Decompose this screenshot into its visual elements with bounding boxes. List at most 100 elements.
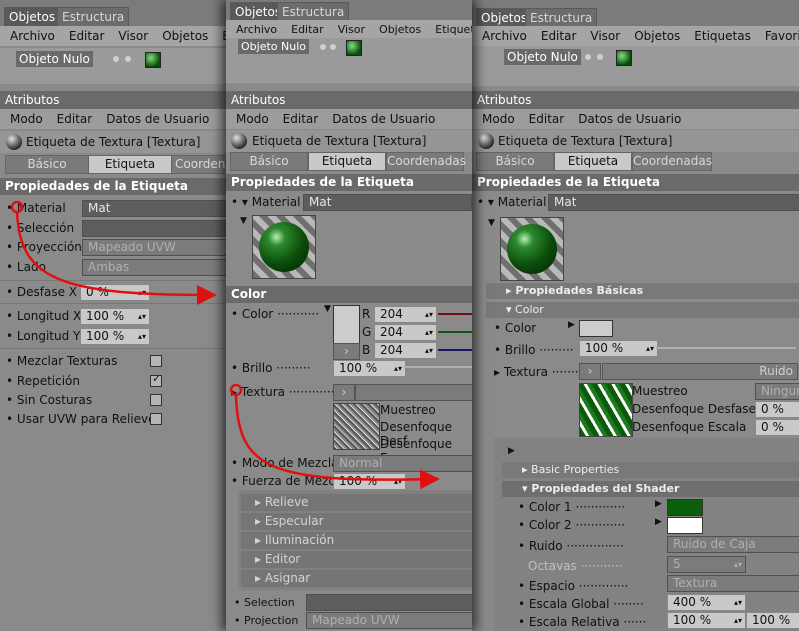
dropdown-arrow-icon[interactable]: ▼ <box>324 304 331 314</box>
tab-tag[interactable]: Etiqueta <box>554 152 632 171</box>
menu-objects[interactable]: Objetos <box>634 26 680 46</box>
tab-structure[interactable]: Estructura <box>57 7 130 26</box>
menu-view[interactable]: Visor <box>338 20 365 40</box>
spinner-icon[interactable]: ▴▾ <box>138 285 146 300</box>
color-swatch[interactable] <box>579 320 613 337</box>
r-slider[interactable] <box>438 313 472 315</box>
uvw-bump-checkbox[interactable] <box>150 413 162 425</box>
menu-edit[interactable]: Editar <box>57 109 93 129</box>
texture-preview[interactable] <box>579 383 633 437</box>
tab-basic[interactable]: Básico <box>476 152 554 171</box>
spinner-icon[interactable]: ▴▾ <box>394 361 402 376</box>
menu-edit[interactable]: Editar <box>541 26 577 46</box>
projection-dropdown[interactable]: Mapeado UVW <box>306 612 472 629</box>
tab-tag[interactable]: Etiqueta <box>88 155 172 174</box>
menu-file[interactable]: Archivo <box>10 26 55 46</box>
mix-textures-checkbox[interactable] <box>150 355 162 367</box>
relative-scale-y-field[interactable]: 100 % <box>746 612 799 629</box>
tab-structure[interactable]: Estructura <box>277 2 350 21</box>
object-nulo[interactable]: Objeto Nulo <box>238 39 309 54</box>
noise-dropdown[interactable]: Ruido de Caja <box>667 536 799 553</box>
blend-mode-dropdown[interactable]: Normal <box>333 455 472 472</box>
color2-swatch[interactable] <box>667 517 703 534</box>
tab-tag[interactable]: Etiqueta <box>308 152 386 171</box>
visibility-dot-render[interactable] <box>125 56 131 62</box>
section-basic-properties-en[interactable]: ▸ Basic Properties <box>502 462 799 478</box>
visibility-dot-render[interactable] <box>597 54 603 60</box>
texture-button[interactable]: R <box>355 384 472 401</box>
brightness-field[interactable]: 100 % ▴▾ <box>579 340 658 357</box>
r-field[interactable]: 204 ▴▾ <box>374 306 437 323</box>
material-preview[interactable] <box>500 217 564 281</box>
relative-scale-x-field[interactable]: 100 % ▴▾ <box>667 612 746 629</box>
tab-coordinates[interactable]: Coordenadas <box>632 152 712 171</box>
section-color[interactable]: ▾ Color <box>486 302 799 318</box>
spinner-icon[interactable]: ▴▾ <box>138 329 146 344</box>
g-field[interactable]: 204 ▴▾ <box>374 324 437 341</box>
channel-illumination[interactable]: ▸ Iluminación <box>241 532 472 549</box>
selection-field[interactable] <box>82 220 226 237</box>
visibility-dot-render[interactable] <box>330 44 336 50</box>
channel-relief[interactable]: ▸ Relieve <box>241 494 472 511</box>
section-shader-properties[interactable]: ▾ Propiedades del Shader <box>502 481 799 497</box>
tab-basic[interactable]: Básico <box>230 152 308 171</box>
texture-tag-icon[interactable] <box>346 40 362 56</box>
visibility-dot-editor[interactable] <box>113 56 119 62</box>
menu-favorites[interactable]: Favoritos <box>765 26 799 46</box>
repeat-checkbox[interactable] <box>150 372 162 387</box>
menu-objects[interactable]: Objetos <box>162 26 208 46</box>
octaves-field[interactable]: 5 ▴▾ <box>667 556 746 573</box>
material-preview[interactable] <box>252 215 316 279</box>
visibility-dot-editor[interactable] <box>585 54 591 60</box>
menu-edit[interactable]: Editar <box>291 20 324 40</box>
menu-objects[interactable]: Objetos <box>379 20 421 40</box>
tab-objects[interactable]: Objetos <box>476 8 533 27</box>
spinner-icon[interactable]: ▴▾ <box>425 325 433 340</box>
expand-arrow-icon[interactable]: ▶ <box>508 446 515 456</box>
spinner-icon[interactable]: ▴▾ <box>734 557 742 572</box>
expand-arrow-icon[interactable]: ▼ <box>488 218 495 228</box>
dropdown-arrow-icon[interactable]: ▶ <box>655 499 662 509</box>
channel-specular[interactable]: ▸ Especular <box>241 513 472 530</box>
b-field[interactable]: 204 ▴▾ <box>374 342 437 359</box>
material-field[interactable]: Mat <box>548 194 799 211</box>
blur-scale-field[interactable]: 0 % <box>755 419 799 436</box>
menu-edit[interactable]: Editar <box>69 26 105 46</box>
texture-button[interactable]: Ruido <box>602 363 798 380</box>
texture-preview[interactable] <box>333 403 380 450</box>
visibility-dot-editor[interactable] <box>320 44 326 50</box>
menu-tags[interactable]: Etiquetas <box>694 26 751 46</box>
dropdown-arrow-icon[interactable]: ▶ <box>568 320 575 330</box>
tab-structure[interactable]: Estructura <box>525 8 598 27</box>
spinner-icon[interactable]: ▴▾ <box>734 595 742 610</box>
menu-file[interactable]: Archivo <box>236 20 277 40</box>
brightness-slider[interactable] <box>404 366 472 368</box>
menu-view[interactable]: Visor <box>118 26 148 46</box>
texture-tag-icon[interactable] <box>616 50 632 66</box>
length-y-field[interactable]: 100 % ▴▾ <box>80 328 150 345</box>
texture-options-button[interactable]: › <box>579 363 601 380</box>
projection-dropdown[interactable]: Mapeado UVW <box>82 239 226 256</box>
side-dropdown[interactable]: Ambas <box>82 259 226 276</box>
material-field[interactable]: Mat <box>82 200 226 217</box>
brightness-slider[interactable] <box>656 347 796 349</box>
spinner-icon[interactable]: ▴▾ <box>646 341 654 356</box>
object-nulo[interactable]: Objeto Nulo <box>504 49 581 65</box>
tab-objects[interactable]: Objetos <box>4 7 61 26</box>
menu-edit[interactable]: Editar <box>529 109 565 129</box>
texture-tag-icon[interactable] <box>145 52 161 68</box>
spinner-icon[interactable]: ▴▾ <box>138 309 146 324</box>
blur-offset-field[interactable]: 0 % <box>755 401 799 418</box>
blend-strength-field[interactable]: 100 % ▴▾ <box>333 473 406 490</box>
menu-user-data[interactable]: Datos de Usuario <box>332 109 435 129</box>
menu-edit[interactable]: Editar <box>283 109 319 129</box>
menu-view[interactable]: Visor <box>590 26 620 46</box>
menu-user-data[interactable]: Datos de Usuario <box>106 109 209 129</box>
menu-user-data[interactable]: Datos de Usuario <box>578 109 681 129</box>
spinner-icon[interactable]: ▴▾ <box>734 613 742 628</box>
tab-basic[interactable]: Básico <box>5 155 89 174</box>
color1-swatch[interactable] <box>667 499 703 516</box>
seamless-checkbox[interactable] <box>150 394 162 406</box>
object-nulo[interactable]: Objeto Nulo <box>16 51 93 67</box>
color-picker-button[interactable]: › <box>333 343 360 360</box>
